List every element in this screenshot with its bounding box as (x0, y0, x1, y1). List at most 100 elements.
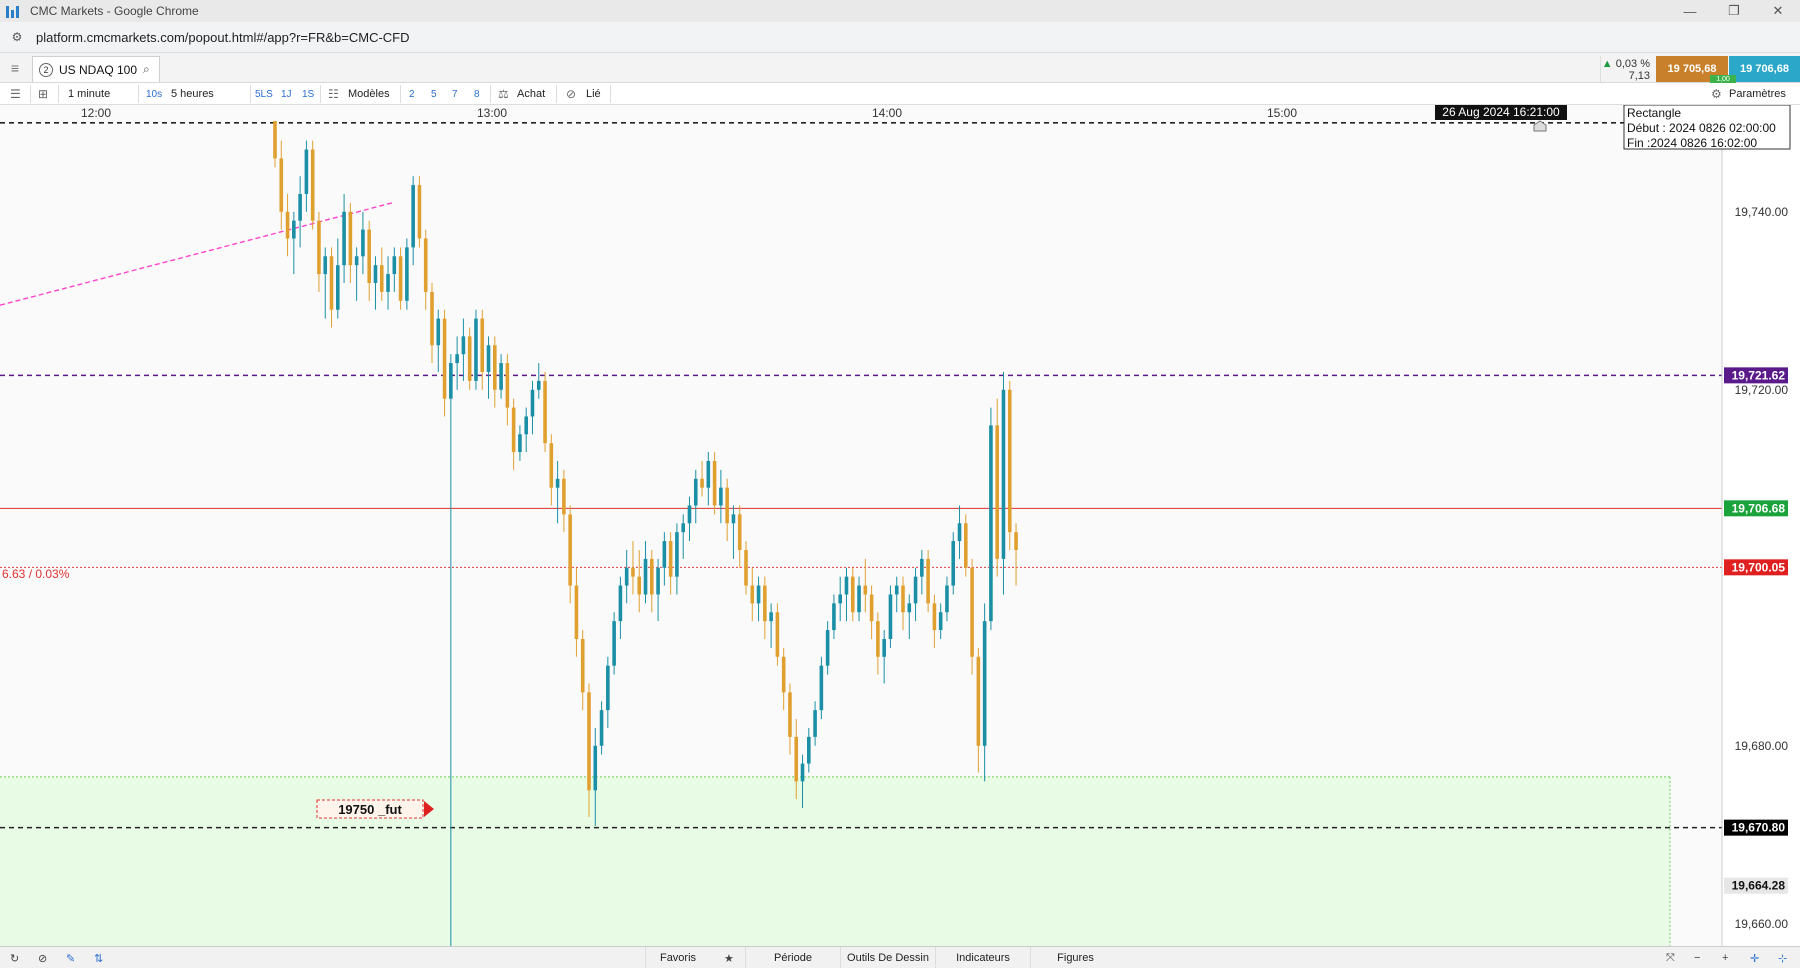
candle-body (317, 220, 321, 275)
candle-body (920, 558, 924, 577)
highlight-zone[interactable] (0, 776, 1670, 946)
candle-body (580, 638, 585, 693)
tab-indicateurs[interactable]: Indicateurs (935, 947, 1030, 968)
price-tag-label: 19,700.05 (1732, 560, 1786, 574)
candle-body (379, 265, 384, 292)
period-1s-button[interactable]: 1S (302, 83, 314, 105)
candle-body (907, 603, 912, 613)
zoom-in-icon[interactable]: + (1722, 947, 1728, 968)
url-text[interactable]: platform.cmcmarkets.com/popout.html#/app… (36, 30, 410, 45)
candle-body (536, 380, 541, 390)
tab-periode[interactable]: Période (745, 947, 840, 968)
link-button[interactable]: Lié (586, 83, 601, 105)
candle-body (486, 345, 491, 372)
trade-scale-icon: ⚖ (498, 87, 509, 101)
candle-body (807, 736, 811, 764)
period-5ls-button[interactable]: 5LS (255, 83, 273, 105)
close-icon[interactable]: ✕ (1756, 0, 1800, 22)
time-tick-label: 13:00 (477, 106, 507, 120)
candle-body (524, 416, 528, 435)
settings-button[interactable]: Paramètres (1729, 83, 1786, 105)
price-tag-label: 19,664.28 (1732, 879, 1786, 893)
candle-body (976, 656, 981, 746)
candle-body (888, 594, 893, 639)
candle-body (1007, 389, 1012, 533)
candle-body (279, 158, 284, 212)
candle-body (336, 265, 340, 310)
period-1j-button[interactable]: 1J (281, 83, 292, 105)
candle-body (869, 594, 874, 622)
arrows-icon[interactable]: ⇅ (94, 947, 103, 968)
candle-body (405, 247, 409, 301)
time-tick-label: 12:00 (81, 106, 111, 120)
candle-body (292, 220, 296, 239)
candle-body (737, 514, 742, 550)
rectangle-info-title: Rectangle (1627, 106, 1681, 120)
instrument-name: US NDAQ 100 (59, 62, 138, 77)
cancel-circle-icon[interactable]: ⊘ (38, 947, 47, 968)
count-5-button[interactable]: 5 (431, 83, 437, 105)
buy-price-button[interactable]: 19 706,68 (1729, 56, 1800, 82)
price-tick-label: 19,740.00 (1735, 205, 1789, 219)
range-select[interactable]: 5 heures (171, 83, 214, 105)
restore-icon[interactable]: ❐ (1712, 0, 1756, 22)
candle-body (373, 265, 378, 283)
count-2-button[interactable]: 2 (409, 83, 415, 105)
minimize-icon[interactable]: — (1668, 0, 1712, 22)
candle-body (455, 354, 459, 364)
candle-body (480, 318, 485, 372)
candle-body (982, 621, 987, 746)
zoom-out-icon[interactable]: − (1694, 947, 1700, 968)
candle-body (763, 585, 767, 622)
price-chart[interactable]: 19,740.00 19,720.00 19,680.00 19,660.00 19,… (0, 105, 1800, 946)
candle-body (800, 763, 805, 782)
settings-gear-icon: ⚙ (1711, 87, 1722, 101)
candle-body (706, 460, 711, 488)
candle-body (612, 621, 616, 666)
tab-figures[interactable]: Figures (1030, 947, 1120, 968)
candle-body (562, 478, 566, 515)
candle-body (505, 363, 510, 408)
candle-body (587, 692, 591, 791)
candle-body (750, 585, 755, 604)
search-icon[interactable]: ⌕ (143, 62, 150, 77)
list-icon[interactable]: ☰ (10, 83, 21, 105)
trade-button[interactable]: Achat (517, 83, 545, 105)
pencil-icon[interactable]: ✎ (66, 947, 75, 968)
star-icon[interactable]: ★ (724, 947, 734, 968)
count-7-button[interactable]: 7 (452, 83, 458, 105)
candle-body (744, 549, 748, 586)
rectangle-info-start: Début : 2024 0826 02:00:00 (1627, 121, 1776, 135)
crosshair-icon[interactable]: ✛ (1750, 947, 1759, 968)
candle-body (474, 318, 478, 381)
price-tick-label: 19,660.00 (1735, 917, 1789, 931)
candle-body (857, 585, 861, 613)
chart-canvas[interactable]: 19,740.00 19,720.00 19,680.00 19,660.00 19,… (0, 105, 1800, 946)
candle-body (781, 656, 786, 693)
candle-body (304, 149, 309, 194)
candle-body (794, 736, 799, 782)
count-8-button[interactable]: 8 (474, 83, 480, 105)
reset-zoom-icon[interactable]: ⤧ (1666, 947, 1675, 968)
instrument-tab[interactable]: 2 US NDAQ 100 ⌕ (32, 56, 160, 82)
site-settings-icon[interactable]: ⚙ (10, 30, 24, 44)
candle-body (719, 487, 723, 506)
pl-label: 6.63 / 0.03% (2, 567, 70, 581)
range-10s-button[interactable]: 10s (146, 83, 162, 105)
candle-body (1001, 389, 1006, 559)
templates-button[interactable]: Modèles (348, 83, 390, 105)
refresh-icon[interactable]: ↻ (10, 947, 19, 968)
candle-body (964, 523, 968, 568)
change-absolute: 7,13 (1628, 70, 1650, 82)
candle-body (882, 638, 886, 657)
interval-select[interactable]: 1 minute (68, 83, 110, 105)
tab-outils-de-dessin[interactable]: Outils De Dessin (840, 947, 935, 968)
fit-icon[interactable]: ⊹ (1778, 947, 1787, 968)
candle-body (656, 567, 660, 595)
candle-body (530, 389, 535, 417)
candle-body (442, 318, 447, 399)
hamburger-menu-icon[interactable]: ≡ (6, 59, 24, 77)
templates-icon: ☷ (328, 87, 339, 101)
tab-favoris[interactable]: Favoris (645, 947, 710, 968)
layout-grid-icon[interactable]: ⊞ (38, 83, 48, 105)
